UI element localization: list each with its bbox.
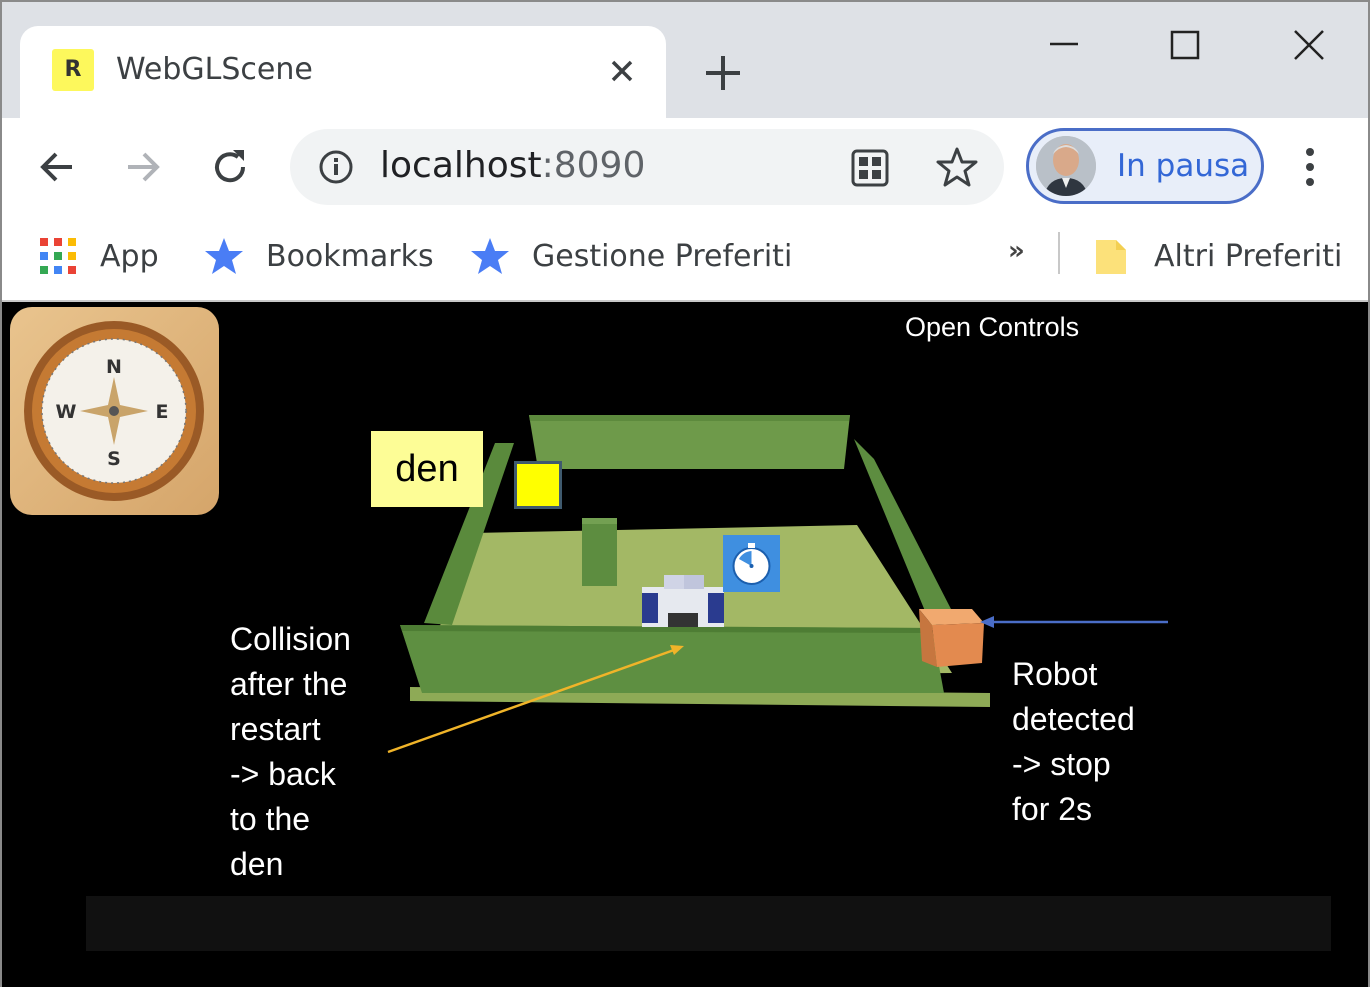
bookmark-label: Altri Preferiti bbox=[1154, 238, 1343, 274]
profile-button[interactable]: In pausa bbox=[1026, 128, 1264, 204]
bookmark-label: Gestione Preferiti bbox=[532, 238, 793, 274]
new-tab-icon[interactable] bbox=[702, 52, 744, 94]
arrow-right-annotation bbox=[980, 616, 1168, 628]
annotation-line: restart bbox=[230, 711, 321, 747]
bookmark-star-icon bbox=[205, 238, 243, 274]
close-window-icon[interactable] bbox=[1289, 26, 1329, 66]
folder-icon bbox=[1096, 240, 1126, 274]
avatar bbox=[1036, 136, 1096, 196]
annotation-line: den bbox=[230, 846, 284, 882]
tab-title: WebGLScene bbox=[116, 52, 313, 87]
apps-grid-icon bbox=[40, 238, 76, 274]
url-host: localhost bbox=[380, 145, 542, 186]
forward-icon[interactable] bbox=[120, 144, 166, 190]
tab-favicon-icon: R bbox=[52, 49, 94, 91]
address-bar[interactable]: localhost:8090 bbox=[290, 129, 1004, 205]
url-port: :8090 bbox=[541, 145, 646, 186]
browser-window: R WebGLScene localhost:8090 In pausa App… bbox=[0, 0, 1370, 987]
bookmarks-overflow-button[interactable]: » bbox=[1008, 236, 1025, 266]
annotation-arrows bbox=[387, 616, 1168, 754]
back-icon[interactable] bbox=[34, 144, 80, 190]
browser-toolbar: localhost:8090 In pausa bbox=[2, 118, 1368, 216]
bookmarks-divider bbox=[1058, 232, 1060, 274]
annotation-line: Robot bbox=[1012, 656, 1098, 692]
tab-strip: R WebGLScene bbox=[2, 2, 1368, 118]
minimize-icon[interactable] bbox=[1044, 26, 1084, 66]
bookmark-star-icon bbox=[471, 238, 509, 274]
bottom-message-bar bbox=[86, 896, 1331, 951]
close-tab-icon[interactable] bbox=[605, 54, 639, 88]
tab-webglscene[interactable]: R WebGLScene bbox=[20, 26, 666, 118]
bookmark-bookmarks[interactable]: Bookmarks bbox=[204, 234, 434, 278]
robot-detected-annotation: Robot detected -> stop for 2s bbox=[1012, 652, 1172, 832]
annotation-line: -> back bbox=[230, 756, 336, 792]
url-text[interactable]: localhost:8090 bbox=[380, 145, 645, 186]
annotation-line: detected bbox=[1012, 701, 1135, 737]
annotation-line: -> stop bbox=[1012, 746, 1111, 782]
bookmark-altri-preferiti[interactable]: Altri Preferiti bbox=[1092, 234, 1342, 278]
bookmark-label: Bookmarks bbox=[266, 238, 434, 274]
star-icon[interactable] bbox=[936, 146, 978, 188]
annotation-line: for 2s bbox=[1012, 791, 1093, 827]
arrow-left-annotation bbox=[387, 645, 684, 754]
annotation-line: Collision bbox=[230, 621, 351, 657]
menu-icon[interactable] bbox=[1294, 142, 1326, 192]
info-icon[interactable] bbox=[318, 149, 354, 185]
bookmark-gestione-preferiti[interactable]: Gestione Preferiti bbox=[470, 234, 792, 278]
profile-status: In pausa bbox=[1117, 148, 1250, 184]
qr-icon[interactable] bbox=[850, 148, 890, 188]
annotation-line: to the bbox=[230, 801, 311, 837]
bookmarks-bar: App Bookmarks Gestione Preferiti » Altri… bbox=[2, 216, 1368, 302]
annotation-line: after the bbox=[230, 666, 348, 702]
collision-annotation: Collision after the restart -> back to t… bbox=[230, 617, 380, 887]
reload-icon[interactable] bbox=[207, 144, 253, 190]
bookmark-apps[interactable]: App bbox=[38, 234, 159, 278]
webgl-viewport[interactable]: N S E W Open Controls den Collision afte… bbox=[2, 303, 1368, 987]
maximize-icon[interactable] bbox=[1165, 26, 1205, 66]
bookmark-apps-label: App bbox=[100, 238, 159, 274]
